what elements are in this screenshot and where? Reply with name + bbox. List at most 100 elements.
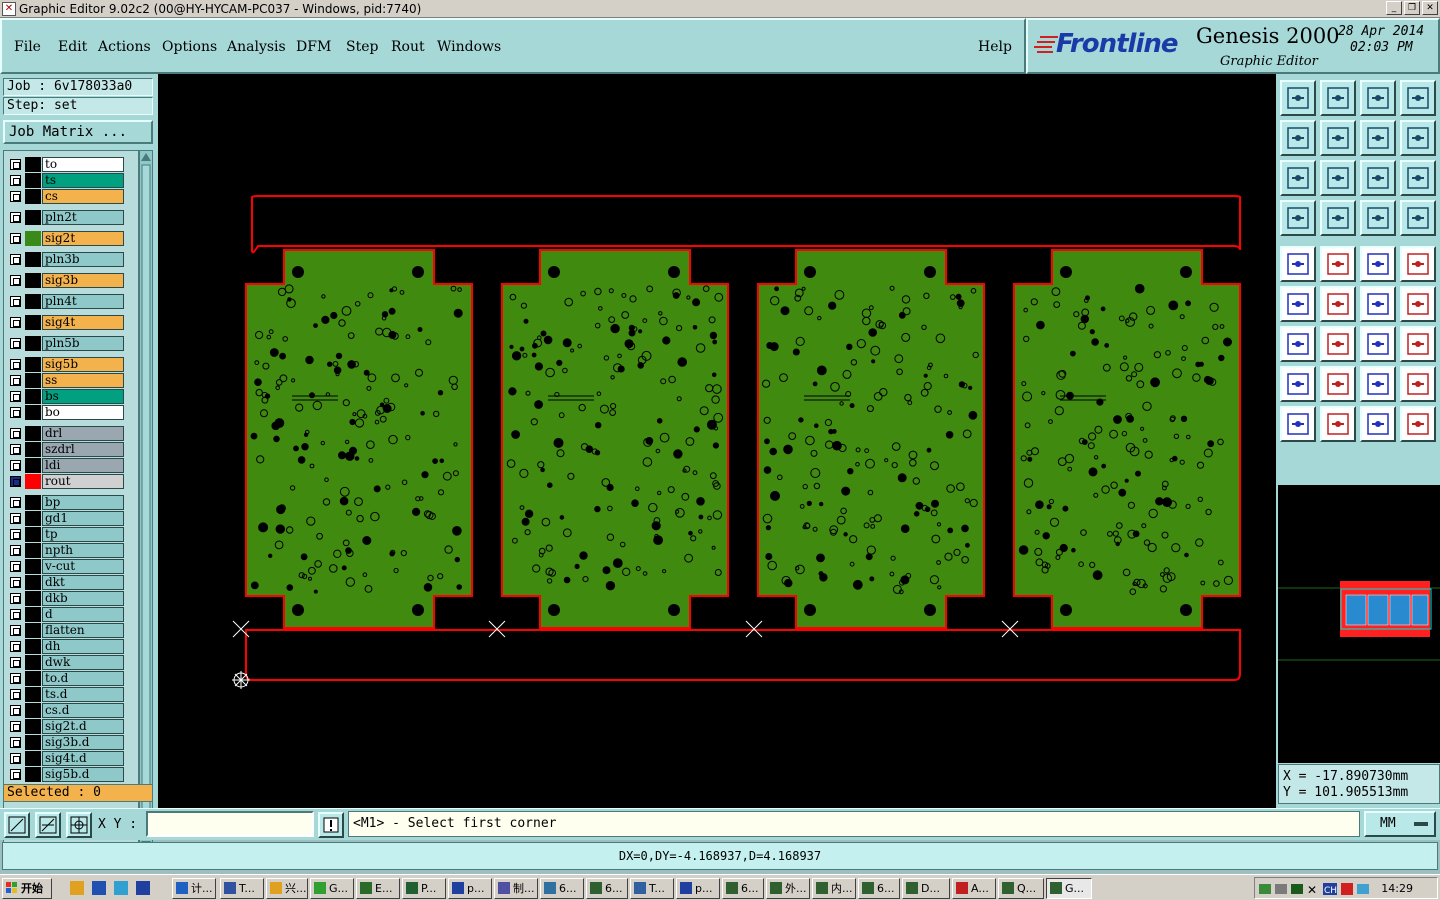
layer-checkbox[interactable]: [10, 673, 21, 684]
layer-name[interactable]: tp: [42, 527, 124, 542]
layer-row-dh[interactable]: dh: [8, 639, 138, 654]
taskbar-button[interactable]: 制...: [494, 878, 538, 899]
layer-color-swatch[interactable]: [25, 389, 41, 404]
layer-color-swatch[interactable]: [25, 687, 41, 702]
copy-button[interactable]: [1400, 286, 1436, 322]
arc-ccw-button[interactable]: [1360, 326, 1396, 362]
layer-color-swatch[interactable]: [25, 336, 41, 351]
layer-name[interactable]: to: [42, 157, 124, 172]
quick-launch-icon[interactable]: [136, 881, 150, 895]
menu-rout[interactable]: Rout: [391, 39, 425, 55]
layer-color-swatch[interactable]: [25, 607, 41, 622]
layer-checkbox[interactable]: [10, 254, 21, 265]
xy-input[interactable]: [146, 811, 314, 837]
taskbar-button[interactable]: P...: [402, 878, 446, 899]
grid-snap-button[interactable]: [66, 812, 92, 838]
move-button[interactable]: [1360, 286, 1396, 322]
layer-name[interactable]: dkt: [42, 575, 124, 590]
restore-button[interactable]: ❐: [1404, 1, 1420, 15]
layer-checkbox[interactable]: [10, 593, 21, 604]
layer-checkbox[interactable]: [10, 476, 21, 487]
layer-color-swatch[interactable]: [25, 767, 41, 782]
layer-checkbox[interactable]: [10, 705, 21, 716]
angle-button[interactable]: [1280, 326, 1316, 362]
layer-color-swatch[interactable]: [25, 210, 41, 225]
split-button[interactable]: [1400, 326, 1436, 362]
layer-checkbox[interactable]: [10, 513, 21, 524]
layer-checkbox[interactable]: [10, 769, 21, 780]
menu-analysis[interactable]: Analysis: [227, 39, 286, 55]
layer-checkbox[interactable]: [10, 275, 21, 286]
graphic-canvas[interactable]: [158, 74, 1276, 808]
layer-row-cs.d[interactable]: cs.d: [8, 703, 138, 718]
layer-color-swatch[interactable]: [25, 671, 41, 686]
layer-name[interactable]: pln2t: [42, 210, 124, 225]
intersect-snap-button[interactable]: [35, 812, 61, 838]
layer-color-swatch[interactable]: [25, 559, 41, 574]
zoom-in-button[interactable]: [1320, 80, 1356, 116]
layer-checkbox[interactable]: [10, 317, 21, 328]
layer-name[interactable]: rout: [42, 474, 124, 489]
layer-checkbox[interactable]: [10, 497, 21, 508]
layer-name[interactable]: bs: [42, 389, 124, 404]
taskbar-button[interactable]: 计...: [172, 878, 216, 899]
close-button[interactable]: ✕: [1422, 1, 1438, 15]
layer-color-swatch[interactable]: [25, 543, 41, 558]
layer-color-swatch[interactable]: [25, 273, 41, 288]
layer-color-swatch[interactable]: [25, 357, 41, 372]
snap-button[interactable]: [1280, 200, 1316, 236]
menu-actions[interactable]: Actions: [98, 39, 151, 55]
layer-checkbox[interactable]: [10, 753, 21, 764]
layer-row-sig2t.d[interactable]: sig2t.d: [8, 719, 138, 734]
layer-row-ts[interactable]: ts: [8, 173, 138, 188]
layer-name[interactable]: sig2t.d: [42, 719, 124, 734]
undo-view-button[interactable]: [1360, 120, 1396, 156]
layer-row-drl[interactable]: drl: [8, 426, 138, 441]
pcb-panel-view[interactable]: [158, 74, 1276, 808]
layer-checkbox[interactable]: [10, 212, 21, 223]
layer-color-swatch[interactable]: [25, 189, 41, 204]
layer-row-d[interactable]: d: [8, 607, 138, 622]
layer-color-swatch[interactable]: [25, 703, 41, 718]
layer-name[interactable]: sig2t: [42, 231, 124, 246]
layer-color-swatch[interactable]: [25, 405, 41, 420]
layer-name[interactable]: d: [42, 607, 124, 622]
layer-row-dwk[interactable]: dwk: [8, 655, 138, 670]
layer-name[interactable]: sig4t.d: [42, 751, 124, 766]
layer-row-cs[interactable]: cs: [8, 189, 138, 204]
layer-checkbox[interactable]: [10, 338, 21, 349]
layer-name[interactable]: cs: [42, 189, 124, 204]
layer-name[interactable]: pln5b: [42, 336, 124, 351]
layer-color-swatch[interactable]: [25, 458, 41, 473]
layer-color-swatch[interactable]: [25, 157, 41, 172]
layer-checkbox[interactable]: [10, 444, 21, 455]
layer-color-swatch[interactable]: [25, 639, 41, 654]
units-select[interactable]: MM: [1364, 811, 1436, 837]
layer-name[interactable]: cs.d: [42, 703, 124, 718]
layer-name[interactable]: bo: [42, 405, 124, 420]
ruler-button[interactable]: [1360, 246, 1396, 282]
zoom-out-button[interactable]: [1360, 80, 1396, 116]
layer-row-bp[interactable]: bp: [8, 495, 138, 510]
menu-options[interactable]: Options: [162, 39, 217, 55]
layer-row-tp[interactable]: tp: [8, 527, 138, 542]
layer-name[interactable]: sig5b: [42, 357, 124, 372]
layer-name[interactable]: ts: [42, 173, 124, 188]
layer-name[interactable]: sig3b: [42, 273, 124, 288]
display-mode-button[interactable]: [1320, 200, 1356, 236]
taskbar-button[interactable]: G...: [1046, 878, 1092, 899]
layer-row-bs[interactable]: bs: [8, 389, 138, 404]
polygon-button[interactable]: [1280, 366, 1316, 402]
layer-row-sig4t[interactable]: sig4t: [8, 315, 138, 330]
help-button[interactable]: [1400, 160, 1436, 196]
layer-checkbox[interactable]: [10, 657, 21, 668]
layer-checkbox[interactable]: [10, 529, 21, 540]
pcb-board-2[interactable]: [501, 249, 729, 629]
select-box-button[interactable]: [1320, 406, 1356, 442]
menu-dfm[interactable]: DFM: [296, 39, 331, 55]
layer-checkbox[interactable]: [10, 737, 21, 748]
menu-file[interactable]: File: [14, 39, 41, 55]
layer-checkbox[interactable]: [10, 641, 21, 652]
layer-name[interactable]: drl: [42, 426, 124, 441]
fit-all-button[interactable]: [1320, 160, 1356, 196]
